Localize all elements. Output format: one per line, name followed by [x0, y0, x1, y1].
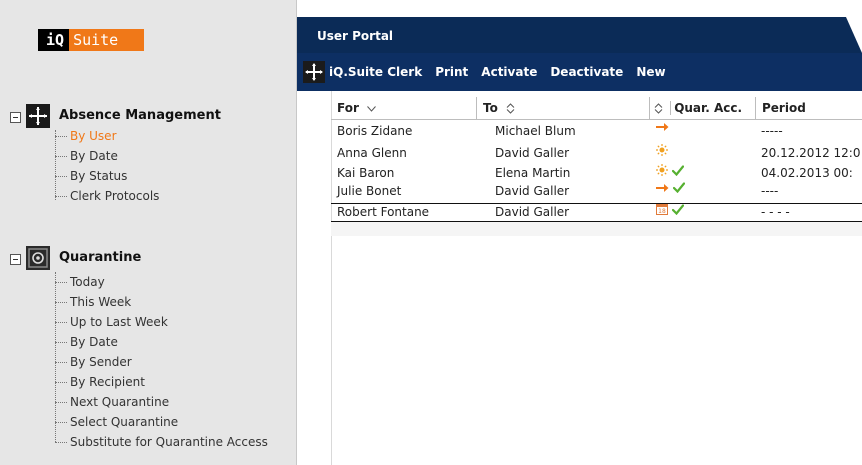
cell-period: ----- — [761, 124, 783, 138]
column-header-to[interactable]: To — [476, 97, 649, 119]
cell-period: - - - - — [761, 205, 790, 219]
absence-management-header[interactable]: Absence Management — [0, 104, 296, 130]
toolbar-clerk-button[interactable]: iQ.Suite Clerk — [329, 65, 422, 79]
quarantine-title: Quarantine — [59, 250, 142, 265]
absence-table: For To Quar. Acc. Period Boris Zidane Mi… — [297, 91, 862, 465]
toolbar-activate-button[interactable]: Activate — [481, 65, 537, 79]
sort-icon[interactable] — [506, 103, 515, 114]
column-header-quar-acc[interactable]: Quar. Acc. — [649, 97, 755, 119]
sidebar-item-today[interactable]: Today — [55, 272, 105, 292]
cell-period: 20.12.2012 12:0 — [761, 146, 861, 160]
column-header-period[interactable]: Period — [755, 97, 862, 119]
quarantine-icon — [26, 246, 50, 270]
table-row-selected[interactable]: Robert Fontane David Galler 18 - - - - — [331, 203, 862, 222]
absence-management-icon — [26, 104, 50, 128]
column-for-label: For — [337, 101, 359, 115]
toolbar-deactivate-button[interactable]: Deactivate — [550, 65, 623, 79]
table-row[interactable]: Julie Bonet David Galler ---- — [331, 182, 862, 201]
cell-period: ---- — [761, 184, 779, 198]
sidebar-item-by-user[interactable]: By User — [55, 126, 117, 146]
cell-to: David Galler — [495, 205, 570, 219]
sidebar-item-this-week[interactable]: This Week — [55, 292, 131, 312]
iq-suite-logo: iQ Suite — [38, 29, 144, 51]
cell-status — [650, 122, 756, 132]
calendar-icon: 18 — [656, 204, 668, 215]
svg-text:18: 18 — [658, 208, 666, 215]
cell-status — [650, 144, 756, 156]
cell-for: Julie Bonet — [337, 184, 402, 198]
toolbar: iQ.Suite Clerk Print Activate Deactivate… — [297, 53, 862, 91]
sidebar-item-next-quarantine[interactable]: Next Quarantine — [55, 392, 169, 412]
sidebar-item-by-status[interactable]: By Status — [55, 166, 127, 186]
sidebar-item-substitute-quarantine-access[interactable]: Substitute for Quarantine Access — [55, 432, 268, 452]
cell-status: 18 — [650, 204, 756, 215]
sidebar-item-by-sender[interactable]: By Sender — [55, 352, 132, 372]
table-row[interactable]: Kai Baron Elena Martin 04.02.2013 00: — [331, 164, 862, 183]
absence-management-title: Absence Management — [59, 108, 221, 123]
cell-to: Michael Blum — [495, 124, 576, 138]
sidebar-item-clerk-protocols[interactable]: Clerk Protocols — [55, 186, 159, 206]
logo-brand: Suite — [69, 29, 144, 51]
cell-to: David Galler — [495, 184, 570, 198]
cell-for: Anna Glenn — [337, 146, 407, 160]
page-title: User Portal — [317, 29, 394, 43]
arrow-right-icon — [656, 183, 669, 193]
check-icon — [672, 164, 684, 176]
sidebar-item-select-quarantine[interactable]: Select Quarantine — [55, 412, 178, 432]
check-icon — [673, 182, 685, 193]
sidebar: iQ Suite Absence Management By User By D… — [0, 0, 297, 465]
table-empty-row — [331, 222, 862, 236]
cell-for: Boris Zidane — [337, 124, 413, 138]
sun-icon — [656, 164, 668, 176]
toolbar-print-button[interactable]: Print — [435, 65, 468, 79]
check-icon — [672, 204, 684, 215]
collapse-toggle-icon[interactable] — [10, 112, 21, 123]
column-to-label: To — [483, 101, 498, 115]
table-header: For To Quar. Acc. Period — [331, 97, 862, 120]
sidebar-item-by-date[interactable]: By Date — [55, 332, 118, 352]
cell-to: David Galler — [495, 146, 570, 160]
portal-header: User Portal — [297, 17, 862, 53]
clerk-icon — [303, 61, 325, 83]
sidebar-item-by-recipient[interactable]: By Recipient — [55, 372, 145, 392]
column-header-for[interactable]: For — [331, 97, 476, 119]
table-gutter — [297, 91, 332, 465]
table-row[interactable]: Boris Zidane Michael Blum ----- — [331, 122, 862, 141]
chevron-down-icon[interactable] — [367, 105, 376, 112]
cell-to: Elena Martin — [495, 166, 571, 180]
header-corner-decoration — [846, 17, 862, 53]
sun-icon — [656, 144, 668, 156]
cell-for: Kai Baron — [337, 166, 395, 180]
cell-status — [650, 182, 756, 193]
cell-status — [650, 164, 756, 176]
cell-period: 04.02.2013 00: — [761, 166, 853, 180]
arrow-right-icon — [656, 122, 669, 132]
column-quar-acc-label: Quar. Acc. — [670, 101, 743, 115]
sidebar-item-by-date[interactable]: By Date — [55, 146, 118, 166]
collapse-toggle-icon[interactable] — [10, 254, 21, 265]
toolbar-new-button[interactable]: New — [636, 65, 665, 79]
quarantine-header[interactable]: Quarantine — [0, 246, 296, 272]
column-period-label: Period — [762, 101, 806, 115]
logo-prefix: iQ — [38, 29, 70, 51]
table-row[interactable]: Anna Glenn David Galler 20.12.2012 12:0 — [331, 144, 862, 163]
cell-for: Robert Fontane — [337, 205, 430, 219]
sort-icon[interactable] — [654, 103, 663, 114]
sidebar-item-up-to-last-week[interactable]: Up to Last Week — [55, 312, 168, 332]
